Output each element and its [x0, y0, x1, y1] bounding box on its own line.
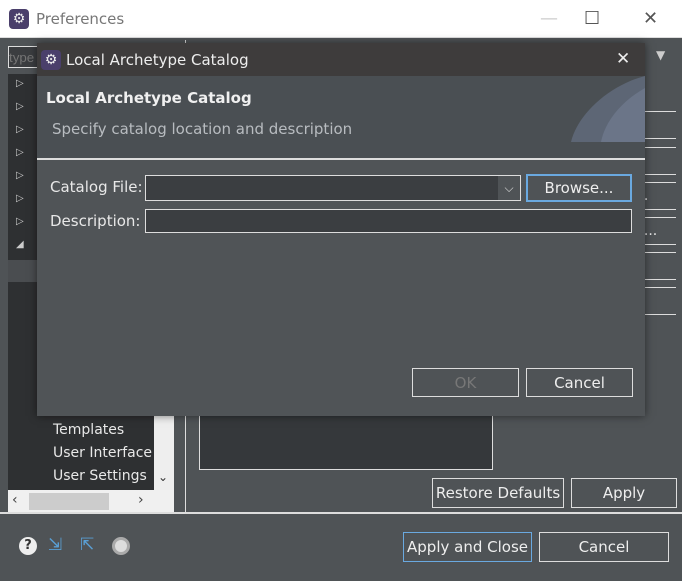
close-window-button[interactable]: ✕	[643, 8, 658, 29]
cancel-button[interactable]: Cancel	[539, 532, 669, 562]
expand-icon[interactable]: ▷	[16, 101, 24, 112]
header-description: Specify catalog location and description	[52, 120, 353, 138]
ok-button[interactable]: OK	[412, 368, 519, 397]
wizard-banner-graphic	[571, 76, 645, 142]
catalog-file-label: Catalog File:	[50, 178, 143, 196]
description-label: Description:	[50, 212, 141, 230]
dialog-header: Local Archetype Catalog Specify catalog …	[37, 76, 645, 160]
dialog-close-icon[interactable]: ✕	[616, 49, 630, 69]
description-input[interactable]	[145, 209, 632, 233]
expand-icon[interactable]: ▷	[16, 216, 24, 227]
tree-horizontal-scrollbar[interactable]: ‹ ›	[8, 490, 174, 512]
help-icon[interactable]: ?	[19, 537, 37, 555]
restore-defaults-button[interactable]: Restore Defaults	[432, 478, 564, 508]
expand-icon[interactable]: ▷	[16, 193, 24, 204]
apply-and-close-button[interactable]: Apply and Close	[403, 532, 532, 562]
tree-item-templates[interactable]: Templates	[53, 422, 124, 438]
local-archetype-catalog-dialog: ⚙ Local Archetype Catalog ✕ Local Archet…	[37, 43, 645, 416]
eclipse-app-icon: ⚙	[9, 9, 29, 29]
window-title: Preferences	[36, 10, 125, 28]
dialog-titlebar: ⚙ Local Archetype Catalog ✕	[37, 43, 645, 76]
tree-item-user-settings[interactable]: User Settings	[53, 468, 147, 484]
expand-icon[interactable]: ▷	[16, 78, 24, 89]
catalog-file-label-text: Catalog File:	[50, 178, 143, 196]
scroll-left-icon[interactable]: ‹	[12, 492, 18, 508]
browse-button[interactable]: Browse...	[526, 174, 632, 202]
window-titlebar: ⚙ Preferences — ☐ ✕	[0, 0, 682, 38]
dialog-cancel-button[interactable]: Cancel	[526, 368, 633, 397]
maximize-button[interactable]: ☐	[584, 8, 600, 29]
scroll-thumb[interactable]	[29, 493, 109, 510]
minimize-button[interactable]: —	[540, 8, 558, 29]
expand-icon[interactable]: ▷	[16, 170, 24, 181]
catalog-file-combo[interactable]: ⌵	[145, 175, 521, 201]
eclipse-app-icon: ⚙	[41, 50, 61, 70]
tree-item-user-interface[interactable]: User Interface	[53, 445, 152, 461]
export-icon[interactable]: ⇱	[80, 535, 94, 555]
apply-button[interactable]: Apply	[571, 478, 677, 508]
divider	[0, 512, 682, 514]
filter-input[interactable]	[8, 46, 38, 68]
expand-icon[interactable]: ▷	[16, 124, 24, 135]
collapse-icon[interactable]: ◢	[16, 239, 24, 250]
catalog-file-input[interactable]	[146, 176, 498, 200]
import-icon[interactable]: ⇲	[48, 535, 62, 555]
details-area[interactable]	[199, 410, 493, 470]
header-title: Local Archetype Catalog	[46, 89, 252, 107]
dialog-title: Local Archetype Catalog	[66, 51, 249, 69]
scroll-down-icon[interactable]: ⌄	[158, 470, 168, 484]
scroll-right-icon[interactable]: ›	[138, 492, 144, 508]
expand-icon[interactable]: ▷	[16, 147, 24, 158]
selected-item[interactable]	[8, 260, 38, 282]
chevron-down-icon[interactable]: ⌵	[498, 176, 520, 200]
nav-menu-icon[interactable]: ▼	[656, 48, 665, 62]
oomph-icon[interactable]	[112, 537, 130, 555]
